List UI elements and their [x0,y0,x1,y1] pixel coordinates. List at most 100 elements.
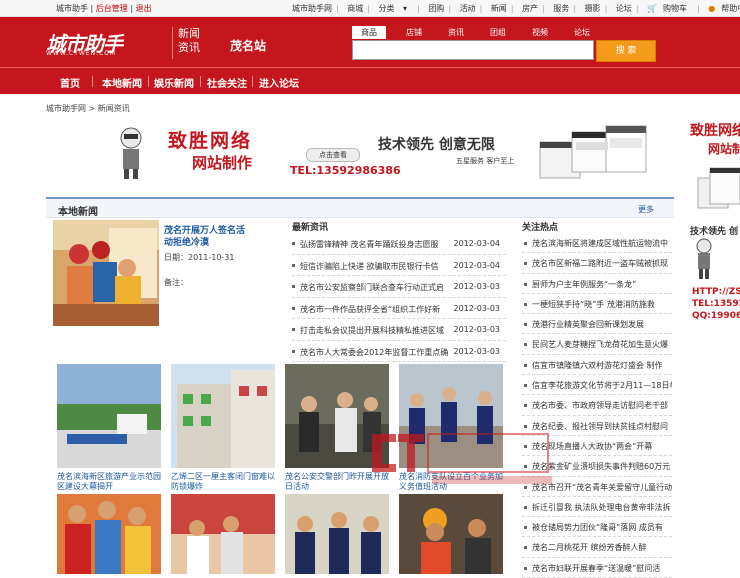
top-link-forum[interactable]: 论坛 [616,4,632,13]
ad-banner[interactable]: 致胜网络 网站制作 点击查看 TEL:13592986386 技术领先 创意无限… [106,118,666,188]
banner-slogan: 技术领先 创意无限 [378,137,495,153]
thumb-image-7[interactable] [285,494,389,574]
top-link-cart[interactable]: 🛒 购物车 [647,4,693,13]
breadcrumb[interactable]: 城市助手网 > 新闻资讯 [46,103,130,114]
list-item[interactable]: 茂名市公安监察部门联合查车行动正式启 2012-03-03 [292,276,506,298]
thumb-caption-2[interactable]: 乙烯二区一厘主客闭门窗难以防锁爆炸 [171,472,277,492]
side-ad-slogan: 技术领先 创 [690,227,739,237]
thumb-caption-1[interactable]: 茂名滨海新区旅游产业示范园区建设大幕揭开 [57,472,163,492]
list-item[interactable]: 茂港行业精英聚会回新课划发展 [522,314,672,335]
search-tab-info[interactable]: 资讯 [448,27,464,38]
more-link[interactable]: 更多 [638,204,654,215]
latest-news-title: 最新资讯 [292,223,329,233]
banner-title: 致胜网络 [168,130,253,152]
list-item[interactable]: 一梗短狭手持“晓”手 茂港消防施救 [522,294,672,315]
top-link-activity[interactable]: 活动 [460,4,476,13]
top-link-service[interactable]: 服务 [553,4,569,13]
watermark-logo [372,433,552,484]
list-item[interactable]: 信宜市镇隆镇六双村游花灯盛会 制作 [522,355,672,376]
top-user-links: 城市助手 | 后台管理 | 退出 [56,4,152,13]
bullet-icon [524,363,527,367]
search-input[interactable] [352,40,594,60]
bullet-icon [292,242,295,245]
side-ad-title: 致胜网络 [690,123,740,139]
nav-divider [148,76,149,87]
search-tab-forum[interactable]: 论坛 [574,27,590,38]
panel-title: 本地新闻 [58,207,98,218]
nav-entertainment-news[interactable]: 娱乐新闻 [154,75,194,90]
bullet-icon [524,384,527,388]
top-link-photo[interactable]: 摄影 [585,4,601,13]
list-item[interactable]: 茂名二月桃花开 缤纷芳香醉人醉 [522,537,672,558]
list-item[interactable]: 厨师为户主年例服务“一条龙” [522,274,672,294]
nav-social[interactable]: 社会关注 [207,75,247,90]
list-item[interactable]: 信宜李花旅游文化节将于2月11—18日举 [522,375,672,396]
feature-news-image[interactable] [53,220,159,326]
nav-divider [252,76,253,87]
list-item[interactable]: 茂名市妇联开展春季“送温暖”慰问活 [522,558,672,578]
list-item[interactable]: 民间艺人麦芽糖捏飞龙荷花加生意火爆 [522,334,672,355]
top-link-group[interactable]: 团购 [428,4,444,13]
main-nav: 首页 本地新闻 娱乐新闻 社会关注 进入论坛 [0,67,740,94]
feature-news-note: 备注： [164,278,188,287]
top-bar: 城市助手 | 后台管理 | 退出 城市助手网 | 商城 | 分类 ▾ | 团购 | 活动… [0,0,740,17]
nav-home[interactable]: 首页 [60,75,80,90]
site-home-link[interactable]: 城市助手 [56,4,88,13]
list-item[interactable]: 茂名市委、市政府领导走访慰问老干部 [522,395,672,416]
bullet-icon [524,505,527,509]
thumb-image-8[interactable] [399,494,503,574]
admin-link[interactable]: 后台管理 [96,4,128,13]
list-item[interactable]: 茂名市一件作品获评全省“组织工作好新 2012-03-03 [292,298,506,319]
feature-news-title[interactable]: 茂名开展万人签名活动拒绝冷漠 [164,225,248,249]
search-tab-shop[interactable]: 店铺 [406,27,422,38]
side-ad-screens-image [697,167,740,209]
bullet-icon [524,526,527,530]
top-link-estate[interactable]: 房产 [522,4,538,13]
list-item[interactable]: 茂名市人大常委会2012年监督工作重点确 2012-03-03 [292,341,506,362]
nav-divider [92,76,93,87]
bullet-icon [524,546,527,550]
top-link-home[interactable]: 城市助手网 [292,4,332,13]
top-link-mall[interactable]: 商城 [347,4,363,13]
thumb-image-2[interactable] [171,364,275,468]
help-icon: ● [708,4,716,13]
logout-link[interactable]: 退出 [136,4,152,13]
bullet-icon [524,323,527,327]
chevron-down-icon: ▾ [403,4,408,13]
top-link-news[interactable]: 新闻 [491,4,507,13]
search-tab-goods[interactable]: 商品 [352,26,386,39]
side-ad-subtitle: 网站制 [708,142,740,156]
search-tab-video[interactable]: 视频 [532,27,548,38]
search-tab-group[interactable]: 团组 [490,27,506,38]
section-name: 新闻资讯 [178,27,200,54]
bullet-icon [292,263,295,267]
search-button[interactable]: 搜 索 [596,40,656,62]
nav-forum[interactable]: 进入论坛 [259,75,299,90]
hot-topics-title: 关注热点 [522,223,559,233]
bullet-icon [524,262,527,266]
banner-view-button[interactable]: 点击查看 [306,148,360,162]
banner-tel: TEL:13592986386 [290,164,401,177]
list-item[interactable]: 被仓储局势力团伙“隆哥”落网 成员有 [522,517,672,538]
nav-local-news[interactable]: 本地新闻 [102,75,142,90]
bullet-icon [524,404,527,408]
thumb-image-5[interactable] [57,494,161,574]
thumb-image-6[interactable] [171,494,275,574]
nav-divider [200,76,201,87]
list-item[interactable]: 短信诈骗陷上快递 欲骗取市民银行卡信 2012-03-04 [292,255,506,276]
bullet-icon [524,566,527,570]
latest-news-list: 最新资讯 弘扬雷锋精神 茂名青年踊跃投身志愿服 2012-03-04 短信诈骗陷上… [292,220,506,362]
list-item[interactable]: 打击走私会议提出开展科技精私推进区域 2012-03-03 [292,319,506,341]
side-ad[interactable]: 致胜网络 网站制 技术领先 创 HTTP://ZS.CTW TEL:135929… [686,118,740,332]
thumb-image-1[interactable] [57,364,161,468]
cart-icon: 🛒 [647,4,658,13]
list-item[interactable]: 拆迁引冒我 执法队处理电台黄帝非法拆 [522,497,672,518]
list-item[interactable]: 茂名市区新福二路附近一盗车贼被抓现 [522,253,672,274]
list-item[interactable]: 弘扬雷锋精神 茂名青年踊跃投身志愿服 2012-03-04 [292,233,506,255]
top-link-help[interactable]: ●帮助中心 [708,4,740,13]
logo-divider [172,27,173,59]
site-logo[interactable]: 城市助手 WWW.CTWEN.COM [46,28,166,58]
website-screens-image [539,125,647,179]
top-link-category[interactable]: 分类 ▾ [379,4,414,13]
list-item[interactable]: 茂名滨海新区将建成区域性航运物流中 [522,233,672,254]
